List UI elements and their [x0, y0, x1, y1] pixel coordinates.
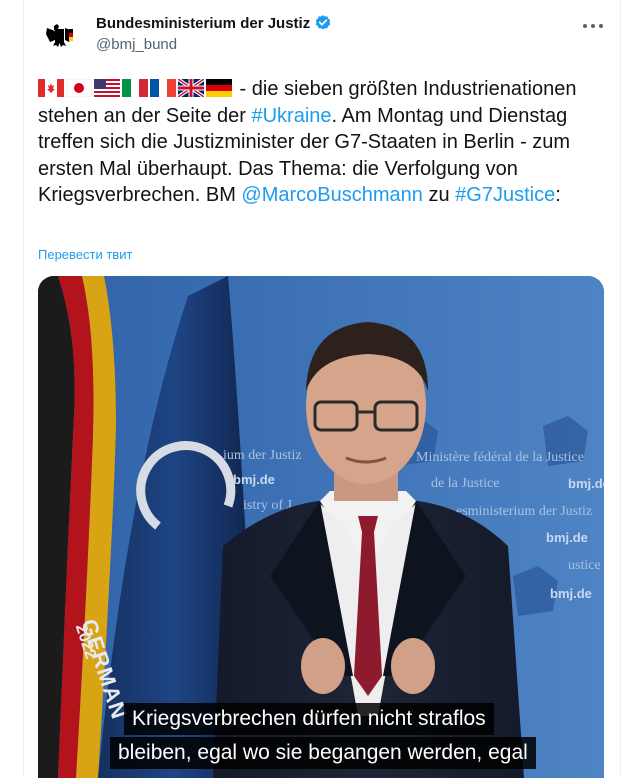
verified-badge-icon [316, 15, 331, 30]
hashtag-g7justice-link[interactable]: #G7Justice [455, 184, 555, 206]
tweet-text-part4: : [555, 184, 561, 206]
hashtag-ukraine-link[interactable]: #Ukraine [251, 105, 331, 127]
usa-flag-icon [94, 79, 120, 97]
mention-marcobuschmann-link[interactable]: @MarcoBuschmann [241, 184, 422, 206]
video-subtitle-line-1: Kriegsverbrechen dürfen nicht straflos [124, 703, 494, 735]
video-subtitle-line-2: bleiben, egal wo sie begangen werden, eg… [110, 737, 536, 769]
author-name-row[interactable]: Bundesministerium der Justiz [96, 14, 332, 32]
japan-flag-icon [66, 79, 92, 97]
france-flag-icon [150, 79, 176, 97]
italy-flag-icon [122, 79, 148, 97]
more-dots-icon [583, 24, 603, 28]
author-avatar[interactable] [40, 14, 80, 54]
more-options-button[interactable] [578, 14, 608, 38]
federal-eagle-icon [40, 14, 80, 54]
timeline-border-left [23, 0, 24, 778]
uk-flag-icon [178, 79, 204, 97]
tweet-video[interactable]: ium der Justiz Ministère fédéral de la J… [38, 276, 604, 778]
germany-flag-icon [206, 79, 232, 97]
canada-flag-icon [38, 79, 64, 97]
tweet-text: - die sieben größten Industrienationen s… [38, 76, 610, 209]
author-handle[interactable]: @bmj_bund [96, 36, 177, 53]
translate-tweet-link[interactable]: Перевести твит [38, 247, 132, 262]
author-display-name[interactable]: Bundesministerium der Justiz [96, 15, 310, 32]
timeline-border-right [620, 0, 621, 778]
tweet-text-part3: zu [422, 184, 456, 206]
